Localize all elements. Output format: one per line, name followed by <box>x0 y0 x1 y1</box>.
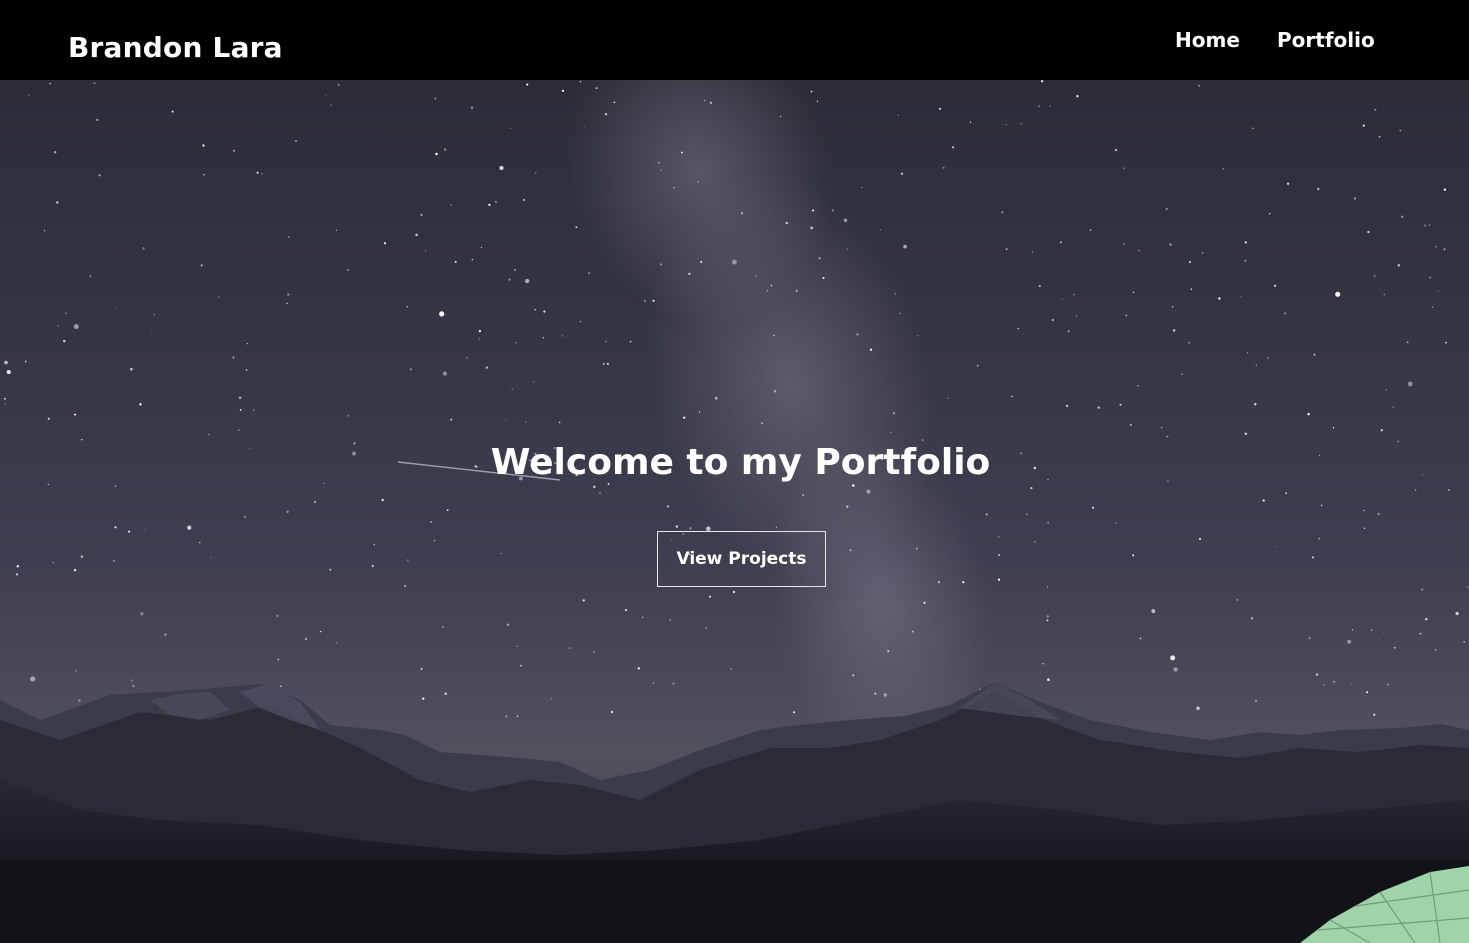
hero-background-image <box>0 80 1469 943</box>
hero-title: Welcome to my Portfolio <box>490 442 991 483</box>
hero-section: Welcome to my Portfolio View Projects <box>0 80 1469 943</box>
navbar: Brandon Lara Home Portfolio <box>0 0 1469 80</box>
brand-logo[interactable]: Brandon Lara <box>68 28 283 68</box>
nav-link-portfolio[interactable]: Portfolio <box>1277 26 1375 54</box>
nav-link-home[interactable]: Home <box>1175 26 1240 54</box>
view-projects-button[interactable]: View Projects <box>657 531 826 587</box>
